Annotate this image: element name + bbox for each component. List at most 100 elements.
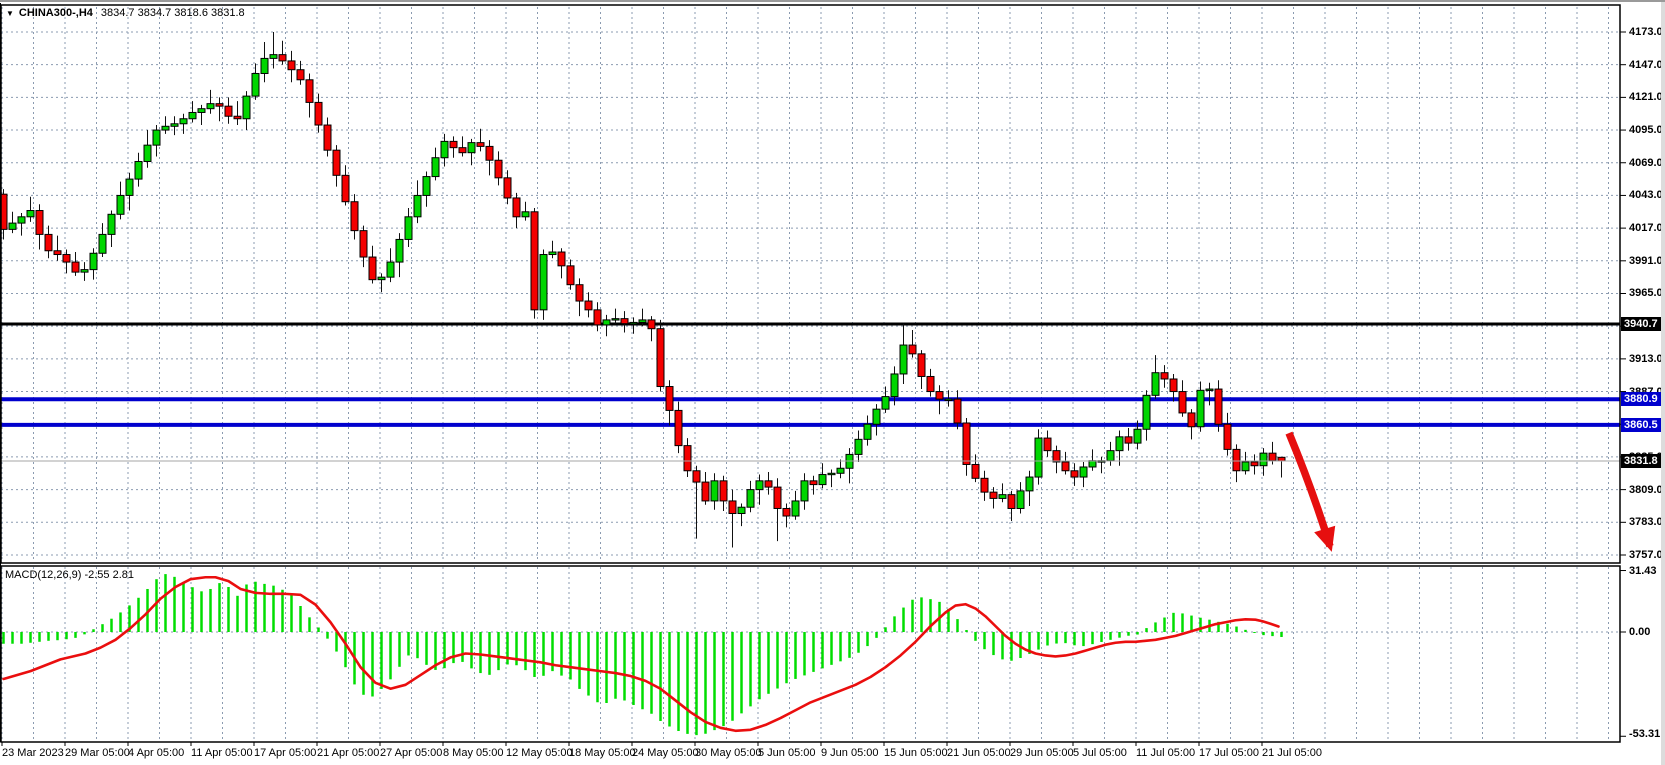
candle[interactable]: [1278, 457, 1285, 461]
candle[interactable]: [549, 252, 556, 255]
candle[interactable]: [684, 446, 691, 471]
candle[interactable]: [1107, 451, 1114, 461]
candle[interactable]: [810, 481, 817, 485]
candle[interactable]: [324, 125, 331, 150]
candle[interactable]: [558, 252, 565, 266]
candle[interactable]: [567, 266, 574, 285]
candle[interactable]: [144, 145, 151, 161]
candle[interactable]: [396, 239, 403, 262]
candle[interactable]: [891, 374, 898, 397]
candle[interactable]: [351, 202, 358, 231]
candle[interactable]: [1080, 467, 1087, 477]
price-tag-zone-bottom-blue[interactable]: 3860.5: [1621, 418, 1664, 432]
candle[interactable]: [738, 507, 745, 513]
candle[interactable]: [198, 109, 205, 113]
candle[interactable]: [495, 160, 502, 178]
candle[interactable]: [900, 345, 907, 374]
candle[interactable]: [864, 424, 871, 439]
candle[interactable]: [774, 487, 781, 508]
candle[interactable]: [459, 148, 466, 153]
candle[interactable]: [576, 285, 583, 301]
candle[interactable]: [378, 277, 385, 280]
candle[interactable]: [675, 410, 682, 445]
candle[interactable]: [1269, 453, 1276, 461]
trend-arrow[interactable]: [1289, 433, 1330, 546]
candle[interactable]: [1026, 477, 1033, 491]
candle[interactable]: [315, 102, 322, 125]
candle[interactable]: [1035, 438, 1042, 477]
candle[interactable]: [261, 58, 268, 73]
candle[interactable]: [81, 270, 88, 273]
candle[interactable]: [90, 253, 97, 269]
candle[interactable]: [540, 255, 547, 310]
candle[interactable]: [909, 345, 916, 354]
candle[interactable]: [1152, 373, 1159, 396]
candle[interactable]: [783, 508, 790, 516]
candle[interactable]: [171, 124, 178, 127]
candle[interactable]: [423, 177, 430, 196]
candle[interactable]: [936, 392, 943, 400]
candle[interactable]: [1116, 437, 1123, 451]
candle[interactable]: [405, 217, 412, 240]
candle[interactable]: [666, 387, 673, 411]
candle[interactable]: [765, 481, 772, 487]
candle[interactable]: [477, 143, 484, 147]
candle[interactable]: [603, 320, 610, 325]
candle[interactable]: [288, 61, 295, 70]
candle[interactable]: [1017, 491, 1024, 509]
candle[interactable]: [801, 481, 808, 501]
candle[interactable]: [1170, 379, 1177, 392]
candle[interactable]: [441, 141, 448, 157]
candle[interactable]: [702, 482, 709, 501]
candle[interactable]: [1233, 449, 1240, 470]
candle[interactable]: [504, 178, 511, 198]
candle[interactable]: [963, 423, 970, 464]
candle[interactable]: [747, 490, 754, 508]
candle[interactable]: [612, 319, 619, 320]
candle[interactable]: [621, 319, 628, 324]
candle[interactable]: [828, 473, 835, 474]
candle[interactable]: [36, 211, 43, 235]
candle[interactable]: [189, 112, 196, 118]
candle[interactable]: [54, 251, 61, 255]
candle[interactable]: [594, 310, 601, 325]
candle[interactable]: [135, 161, 142, 179]
candle[interactable]: [1224, 424, 1231, 449]
candle[interactable]: [450, 141, 457, 147]
candle[interactable]: [279, 55, 286, 61]
candle[interactable]: [693, 471, 700, 482]
candle[interactable]: [1260, 453, 1267, 466]
candle[interactable]: [1071, 471, 1078, 477]
candle[interactable]: [855, 439, 862, 454]
candle[interactable]: [369, 257, 376, 280]
candle[interactable]: [1044, 438, 1051, 451]
candle[interactable]: [18, 217, 25, 223]
price-chart-canvas[interactable]: [0, 2, 1665, 765]
candle[interactable]: [63, 255, 70, 263]
candle[interactable]: [252, 73, 259, 96]
candle[interactable]: [954, 399, 961, 423]
candle[interactable]: [1143, 395, 1150, 429]
candle[interactable]: [837, 468, 844, 473]
candle[interactable]: [1134, 429, 1141, 443]
candle[interactable]: [972, 464, 979, 478]
candle[interactable]: [981, 478, 988, 492]
candle[interactable]: [1251, 462, 1258, 466]
candle[interactable]: [414, 195, 421, 216]
candle[interactable]: [1053, 451, 1060, 462]
candle[interactable]: [162, 126, 169, 130]
candle[interactable]: [207, 104, 214, 109]
candle[interactable]: [27, 211, 34, 217]
price-tag-zone-top-blue[interactable]: 3880.9: [1621, 392, 1664, 406]
candle[interactable]: [72, 262, 79, 272]
candle[interactable]: [270, 55, 277, 59]
candle[interactable]: [1089, 461, 1096, 467]
candle[interactable]: [126, 179, 133, 195]
candle[interactable]: [99, 234, 106, 253]
candle[interactable]: [819, 475, 826, 485]
candle[interactable]: [1242, 462, 1249, 471]
candle[interactable]: [297, 70, 304, 80]
candle[interactable]: [1125, 437, 1132, 443]
symbol-dropdown-icon[interactable]: ▼: [6, 9, 14, 18]
candle[interactable]: [1197, 390, 1204, 426]
